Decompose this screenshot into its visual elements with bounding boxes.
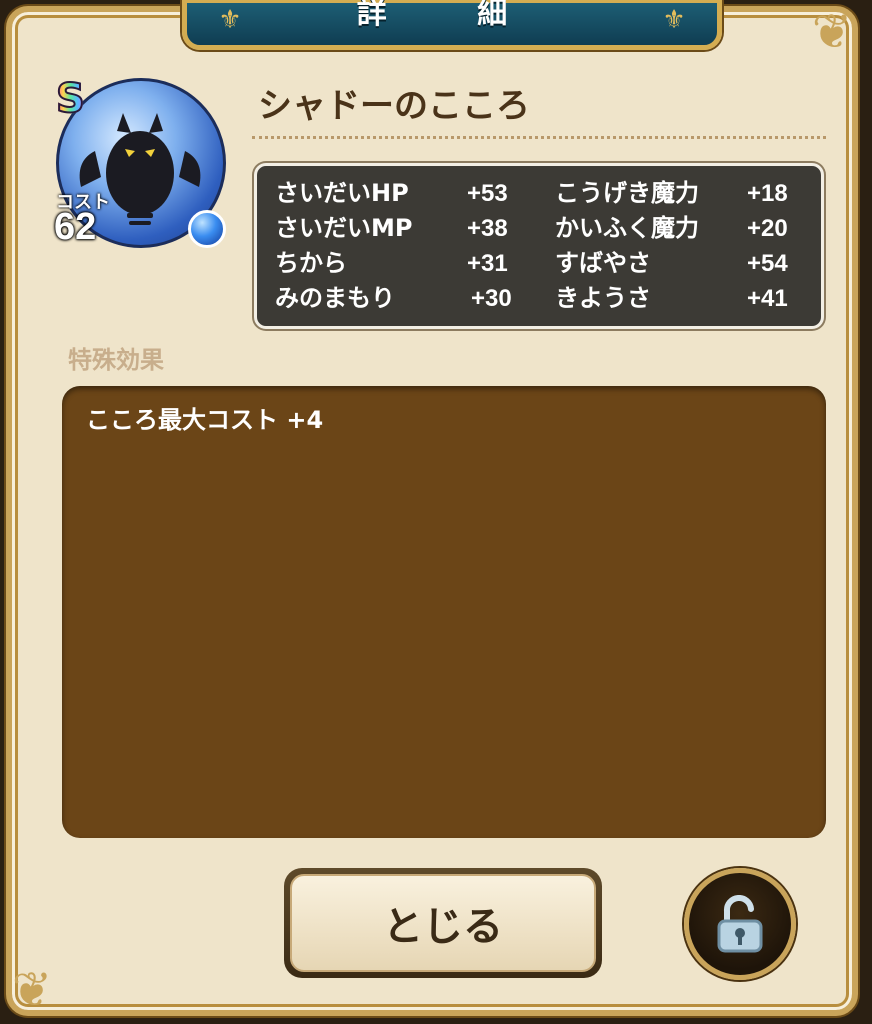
dialog-title: 詳 細 [356,0,548,31]
stat-label: かいふく魔力 [555,214,699,242]
stat-label: さいだいHP [275,179,409,207]
stat-label: みのまもり [275,284,395,312]
stat-value: +38 [467,215,508,242]
stat-value: +54 [747,250,788,277]
stat-value: +18 [747,180,788,207]
unlocked-padlock-icon [717,895,763,953]
ornament-icon: ⚜ [218,5,242,35]
special-effects-panel[interactable]: こころ最大コスト +4 [62,386,826,838]
corner-ornament-bottom-left: ❦ [11,962,53,1018]
stat-value: +31 [467,250,508,277]
stat-label: ちから [275,249,347,277]
cost-value: 62 [54,206,97,248]
close-button[interactable]: とじる [284,868,602,978]
stat-value: +41 [747,285,788,312]
rank-badge: S [55,75,86,123]
lock-button[interactable] [684,868,796,980]
stat-value: +20 [747,215,788,242]
close-button-face: とじる [290,874,596,972]
stat-label: さいだいMP [275,214,413,242]
stats-panel: さいだいHP +53 さいだいMP +38 ちから +31 みのまもり +30 … [254,163,824,329]
stat-label: きようさ [555,284,651,312]
stat-value: +53 [467,180,508,207]
blue-gem-icon [188,210,226,248]
title-plate: ⚜ 詳 細 ⚜ [182,0,722,50]
stat-label: こうげき魔力 [555,179,699,207]
close-button-label: とじる [383,904,503,950]
divider [252,136,826,139]
item-name: シャドーのこころ [258,86,530,126]
detail-dialog: ❦ ❦ ⚜ 詳 細 ⚜ S コスト 62 シャドーのこころ さいだいHP +53… [6,0,858,1018]
stat-value: +30 [471,285,512,312]
effect-item: こころ最大コスト +4 [86,406,324,434]
corner-ornament-top-right: ❦ [811,4,853,60]
stat-label: すばやさ [555,249,651,277]
ornament-icon: ⚜ [662,5,686,35]
special-effects-label: 特殊効果 [68,346,164,374]
